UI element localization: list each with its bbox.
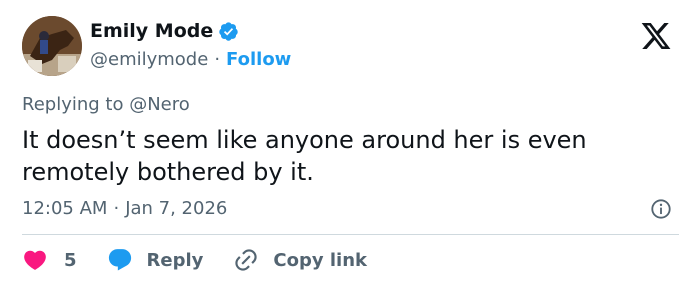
copy-link-button[interactable]: Copy link bbox=[233, 247, 367, 273]
reply-bubble-icon bbox=[108, 249, 131, 271]
tweet-time: 12:05 AM bbox=[22, 198, 108, 219]
author-display-name[interactable]: Emily Mode bbox=[90, 20, 213, 42]
tweet-timestamp[interactable]: 12:05 AM · Jan 7, 2026 bbox=[22, 198, 227, 220]
divider bbox=[22, 234, 679, 235]
like-button[interactable]: 5 bbox=[22, 247, 77, 273]
timestamp-separator: · bbox=[113, 198, 120, 219]
replying-to-label[interactable]: Replying to @Nero bbox=[22, 94, 190, 116]
like-count: 5 bbox=[64, 249, 77, 271]
x-logo-icon[interactable] bbox=[638, 20, 674, 52]
tweet-text: It doesn’t seem like anyone around her i… bbox=[22, 126, 587, 186]
action-bar: 5 Reply Copy link bbox=[22, 246, 367, 274]
avatar[interactable] bbox=[22, 16, 82, 76]
author-name-row: Emily Mode bbox=[90, 20, 239, 42]
verified-badge-icon bbox=[218, 21, 239, 42]
reply-button[interactable]: Reply bbox=[107, 247, 204, 273]
tweet-card: Emily Mode @emilymode · Follow Replying … bbox=[0, 0, 700, 287]
info-icon[interactable] bbox=[650, 198, 672, 220]
heart-icon bbox=[24, 250, 46, 270]
tweet-date: Jan 7, 2026 bbox=[125, 198, 228, 219]
follow-button[interactable]: Follow bbox=[226, 49, 291, 71]
author-handle-row: @emilymode · Follow bbox=[90, 49, 291, 71]
avatar-photo bbox=[22, 16, 82, 76]
handle-separator: · bbox=[214, 49, 221, 70]
author-handle[interactable]: @emilymode bbox=[90, 49, 208, 71]
reply-label: Reply bbox=[146, 249, 204, 271]
copy-link-label: Copy link bbox=[273, 249, 367, 271]
link-icon bbox=[235, 249, 258, 271]
